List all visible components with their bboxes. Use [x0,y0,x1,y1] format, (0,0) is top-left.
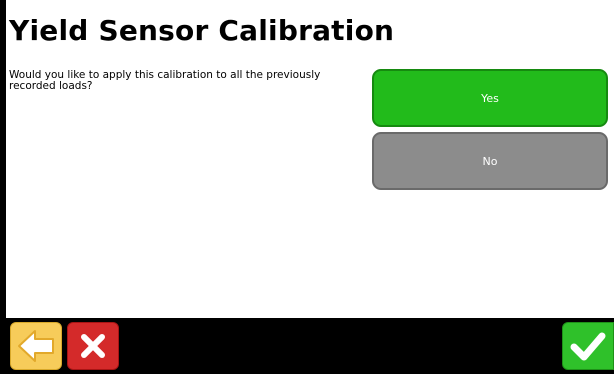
no-button-label: No [482,154,498,168]
cancel-button[interactable] [67,322,119,370]
back-button[interactable] [10,322,62,370]
yes-button[interactable]: Yes [372,69,608,127]
no-button[interactable]: No [372,132,608,190]
calibration-question: Would you like to apply this calibration… [9,69,321,92]
yes-button-label: Yes [481,91,499,105]
accept-button[interactable] [562,322,614,370]
checkmark-icon [570,332,606,361]
arrow-left-icon [18,330,54,362]
calibration-screen: Yield Sensor Calibration Would you like … [0,0,614,374]
content-panel: Yield Sensor Calibration Would you like … [6,0,614,318]
page-title: Yield Sensor Calibration [9,14,395,47]
close-icon [81,334,105,358]
